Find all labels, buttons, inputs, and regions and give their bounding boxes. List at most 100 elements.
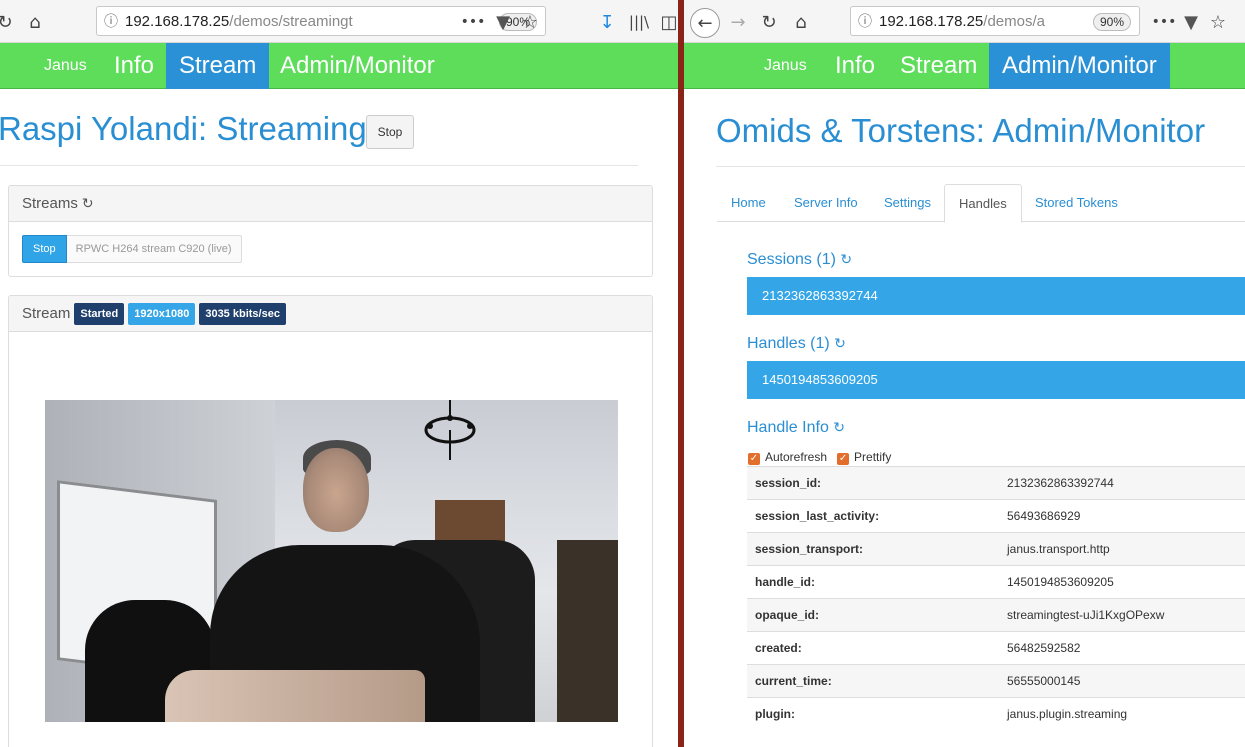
stream-button-group: Stop RPWC H264 stream C920 (live) [22, 235, 242, 263]
divider [0, 165, 638, 166]
sidebar-icon[interactable]: ◫ [656, 9, 678, 35]
info-key: opaque_id: [755, 608, 820, 622]
browser-toolbar: ← → ↻ ⌂ ⓘ 192.168.178.25/demos/a 90% •••… [684, 0, 1245, 43]
home-icon[interactable]: ⌂ [22, 9, 48, 35]
page-title: Omids & Torstens: Admin/Monitor [716, 112, 1206, 149]
resolution-badge: 1920x1080 [128, 302, 196, 325]
refresh-icon[interactable]: ↻ [833, 420, 845, 436]
stream-panel-heading: Stream Started 1920x1080 3035 kbits/sec [9, 296, 652, 332]
info-value: janus.plugin.streaming [1007, 707, 1128, 721]
session-item[interactable]: 2132362863392744 [747, 277, 1245, 315]
streams-panel-heading: Streams ↻ [9, 186, 652, 222]
home-icon[interactable]: ⌂ [788, 9, 814, 35]
checkbox-checked-icon: ✓ [837, 453, 850, 465]
refresh-icon[interactable]: ↻ [840, 252, 852, 268]
app-navbar: Janus Info Stream Admin/Monitor [684, 43, 1245, 89]
refresh-icon[interactable]: ↻ [834, 336, 846, 352]
sessions-title-label: Sessions (1) [747, 251, 836, 268]
table-row: created: 56482592582 [747, 631, 1245, 664]
refresh-icon[interactable]: ↻ [82, 196, 94, 212]
table-row: opaque_id: streamingtest-uJi1KxgOPexw [747, 598, 1245, 631]
download-icon[interactable]: ↧ [594, 9, 620, 35]
table-row: handle_id: 1450194853609205 [747, 565, 1245, 598]
info-key: handle_id: [755, 575, 816, 589]
info-value: 1450194853609205 [1007, 575, 1114, 589]
handle-info-options: ✓ Autorefresh ✓ Prettify [748, 450, 891, 465]
back-arrow-icon[interactable]: ← [690, 8, 720, 38]
zoom-level[interactable]: 90% [1092, 13, 1131, 31]
prettify-checkbox[interactable]: ✓ Prettify [837, 450, 891, 465]
url-host: 192.168.178.25 [125, 12, 230, 30]
table-row: current_time: 56555000145 [747, 664, 1245, 697]
bitrate-badge: 3035 kbits/sec [199, 302, 286, 325]
table-row: session_last_activity: 56493686929 [747, 499, 1245, 532]
nav-brand[interactable]: Janus [44, 43, 87, 89]
info-key: created: [755, 641, 802, 655]
handle-info-table: session_id: 2132362863392744 session_last… [747, 466, 1245, 730]
info-value: 56482592582 [1007, 641, 1081, 655]
table-row: plugin: janus.plugin.streaming [747, 697, 1245, 730]
info-value: janus.transport.http [1007, 542, 1110, 556]
divider [716, 166, 1245, 167]
stream-select[interactable]: RPWC H264 stream C920 (live) [66, 235, 242, 263]
table-row: session_id: 2132362863392744 [747, 466, 1245, 499]
info-key: session_id: [755, 476, 822, 490]
tab-stored-tokens[interactable]: Stored Tokens [1021, 184, 1132, 222]
video-chandelier [424, 400, 476, 460]
forward-arrow-icon[interactable]: → [725, 9, 751, 35]
nav-item-stream[interactable]: Stream [887, 43, 990, 89]
info-icon[interactable]: ⓘ [97, 11, 125, 31]
streams-heading-label: Streams [22, 195, 78, 212]
stop-button[interactable]: Stop [366, 115, 414, 149]
autorefresh-label: Autorefresh [765, 450, 828, 464]
star-icon[interactable]: ☆ [1205, 9, 1231, 35]
nav-brand[interactable]: Janus [764, 43, 807, 89]
handle-item[interactable]: 1450194853609205 [747, 361, 1245, 399]
right-browser-window: ← → ↻ ⌂ ⓘ 192.168.178.25/demos/a 90% •••… [684, 0, 1245, 747]
page-title: Raspi Yolandi: Streaming [0, 110, 367, 147]
info-value: 2132362863392744 [1007, 476, 1114, 490]
app-navbar: Janus Info Stream Admin/Monitor [0, 43, 678, 89]
prettify-label: Prettify [854, 450, 892, 464]
nav-item-info[interactable]: Info [101, 43, 167, 89]
url-bar[interactable]: ⓘ 192.168.178.25/demos/a 90% [850, 6, 1140, 36]
stream-panel: Stream Started 1920x1080 3035 kbits/sec [8, 295, 653, 747]
handle-info-title: Handle Info ↻ [747, 419, 845, 437]
left-browser-window: ↻ ⌂ ⓘ 192.168.178.25/demos/streamingt 90… [0, 0, 678, 747]
more-icon[interactable]: ••• [460, 9, 486, 35]
nav-item-admin-monitor[interactable]: Admin/Monitor [267, 43, 448, 89]
info-key: current_time: [755, 674, 832, 688]
table-row: session_transport: janus.transport.http [747, 532, 1245, 565]
status-badge: Started [74, 302, 125, 325]
reload-icon[interactable]: ↻ [756, 9, 782, 35]
info-key: plugin: [755, 707, 795, 721]
tab-settings[interactable]: Settings [870, 184, 945, 222]
streams-panel: Streams ↻ Stop RPWC H264 stream C920 (li… [8, 185, 653, 277]
stream-stop-button[interactable]: Stop [22, 235, 67, 263]
pocket-icon[interactable]: ▼ [1178, 9, 1204, 35]
nav-item-stream[interactable]: Stream [166, 43, 270, 89]
info-value: streamingtest-uJi1KxgOPexw [1007, 608, 1165, 622]
reload-icon[interactable]: ↻ [0, 9, 18, 35]
admin-tabs: Home Server Info Settings Handles Stored… [717, 184, 1245, 223]
more-icon[interactable]: ••• [1151, 9, 1177, 35]
url-path: /demos/a [983, 12, 1045, 30]
autorefresh-checkbox[interactable]: ✓ Autorefresh [748, 450, 827, 465]
video-stream[interactable] [45, 400, 618, 722]
tab-handles[interactable]: Handles [944, 184, 1022, 223]
tab-server-info[interactable]: Server Info [780, 184, 872, 222]
video-person-arm [165, 670, 425, 722]
pocket-icon[interactable]: ▼ [490, 9, 516, 35]
url-path: /demos/streamingt [229, 12, 353, 30]
nav-item-info[interactable]: Info [822, 43, 888, 89]
video-doorway [557, 540, 618, 722]
library-icon[interactable]: |||\ [626, 9, 652, 35]
tab-home[interactable]: Home [717, 184, 780, 222]
info-icon[interactable]: ⓘ [851, 11, 879, 31]
video-person-head [303, 448, 369, 532]
nav-item-admin-monitor[interactable]: Admin/Monitor [989, 43, 1170, 89]
handles-title: Handles (1) ↻ [747, 335, 846, 353]
info-key: session_transport: [755, 542, 864, 556]
star-icon[interactable]: ☆ [517, 9, 543, 35]
handle-info-title-label: Handle Info [747, 419, 829, 436]
